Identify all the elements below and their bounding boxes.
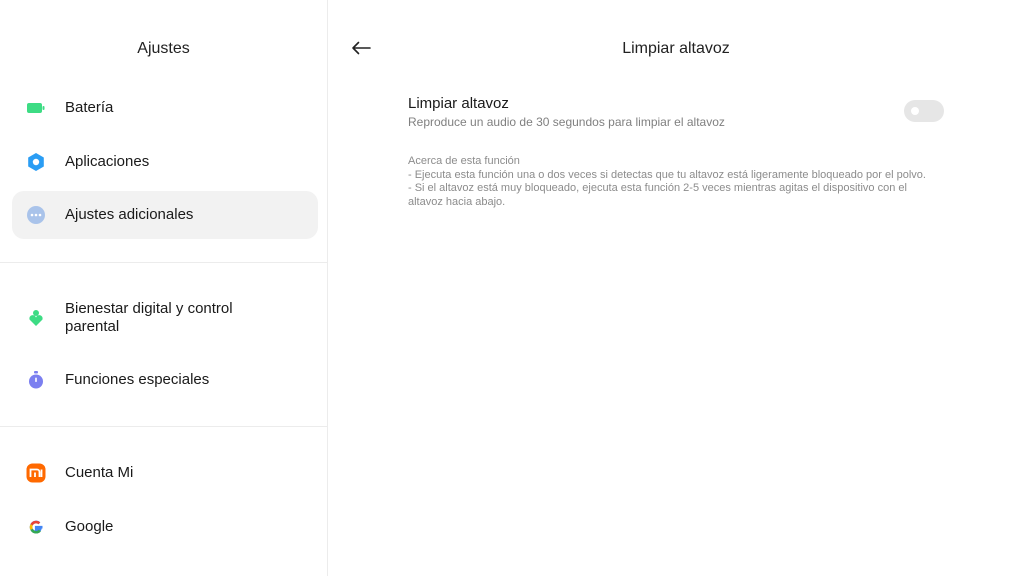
- about-heading: Acerca de esta función: [408, 155, 520, 167]
- about-function-text: Acerca de esta función - Ejecuta esta fu…: [408, 155, 938, 209]
- clean-speaker-setting[interactable]: Limpiar altavoz Reproduce un audio de 30…: [408, 96, 944, 130]
- sidebar-item-bateria[interactable]: Batería: [12, 84, 318, 132]
- sidebar-item-label: Funciones especiales: [65, 371, 210, 388]
- mi-logo-icon: [26, 463, 46, 483]
- about-line-1: - Ejecuta esta función una o dos veces s…: [408, 168, 926, 181]
- sidebar-divider: [0, 262, 327, 263]
- sidebar-item-funciones-especiales[interactable]: Funciones especiales: [12, 356, 318, 404]
- sidebar-item-label: Google: [65, 518, 114, 535]
- setting-subtitle: Reproduce un audio de 30 segundos para l…: [408, 115, 725, 129]
- sidebar-item-label: Aplicaciones: [65, 153, 150, 170]
- page-title: Limpiar altavoz: [622, 40, 730, 57]
- stopwatch-icon: [26, 370, 46, 390]
- sidebar-divider: [0, 426, 327, 427]
- gear-icon: [26, 152, 46, 172]
- digital-wellbeing-icon: [26, 308, 46, 328]
- battery-icon: [26, 98, 46, 118]
- about-line-2: - Si el altavoz está muy bloqueado, ejec…: [408, 182, 907, 208]
- more-dots-icon: [26, 205, 46, 225]
- sidebar-item-bienestar-digital[interactable]: Bienestar digital y control parental: [12, 294, 318, 342]
- sidebar-title: Ajustes: [137, 40, 190, 57]
- sidebar-item-cuenta-mi[interactable]: Cuenta Mi: [12, 449, 318, 497]
- sidebar-item-label: Batería: [65, 99, 114, 116]
- sidebar-item-label: Bienestar digital y control parental: [65, 300, 233, 335]
- sidebar-item-label: Ajustes adicionales: [65, 206, 194, 223]
- sidebar-item-aplicaciones[interactable]: Aplicaciones: [12, 138, 318, 186]
- setting-title: Limpiar altavoz: [408, 95, 509, 112]
- settings-sidebar: Ajustes Batería Aplicaciones Ajustes adi…: [0, 0, 328, 576]
- toggle-knob: [911, 107, 919, 115]
- google-logo-icon: [26, 517, 46, 537]
- clean-speaker-toggle[interactable]: [904, 100, 944, 122]
- sidebar-item-ajustes-adicionales[interactable]: Ajustes adicionales: [12, 191, 318, 239]
- sidebar-item-label: Cuenta Mi: [65, 464, 134, 481]
- detail-pane: Limpiar altavoz Limpiar altavoz Reproduc…: [328, 0, 1024, 576]
- sidebar-item-google[interactable]: Google: [12, 503, 318, 551]
